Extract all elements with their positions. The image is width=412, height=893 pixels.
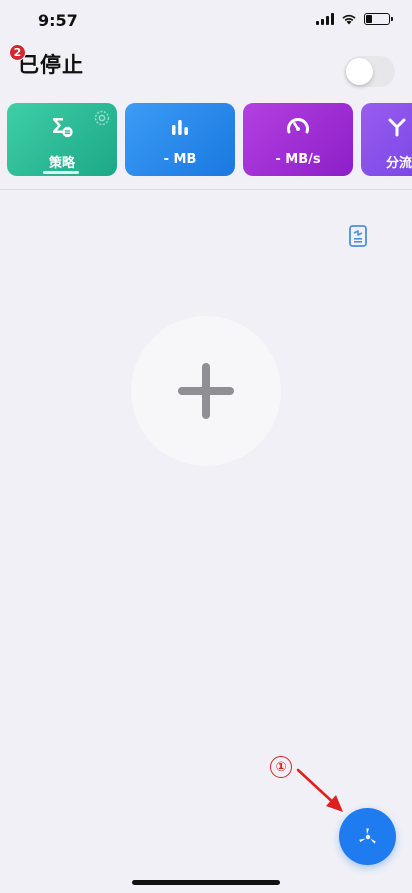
home-indicator[interactable] [132, 880, 280, 885]
card-traffic-label: - MB [163, 152, 197, 167]
card-traffic[interactable]: - MB [125, 103, 235, 176]
card-split[interactable]: 分流 [361, 103, 412, 176]
card-speed[interactable]: - MB/s [243, 103, 353, 176]
battery-level [366, 15, 372, 23]
battery-icon [364, 13, 393, 25]
selected-indicator [43, 171, 79, 174]
status-bar: 9:57 [0, 0, 412, 44]
page-title: 已停止 [18, 53, 84, 77]
gear-icon[interactable] [93, 109, 111, 127]
status-icons [316, 13, 393, 25]
connection-toggle[interactable] [344, 56, 395, 87]
toggle-knob [346, 58, 373, 85]
fan-icon [358, 828, 376, 844]
header: 已停止 2 [0, 44, 412, 94]
split-icon [388, 118, 406, 137]
card-strategy-label: 策略 [48, 156, 75, 171]
plus-icon-vertical [202, 363, 210, 419]
divider [0, 189, 412, 190]
strategy-sigma-icon [53, 118, 73, 138]
wifi-icon [342, 14, 356, 25]
cellular-signal-icon [316, 13, 334, 25]
step-annotation: ① [270, 756, 292, 778]
card-speed-label: - MB/s [275, 152, 321, 167]
card-strategy[interactable]: 策略 [7, 103, 117, 176]
status-time: 9:57 [38, 11, 78, 30]
speedometer-icon [287, 118, 309, 134]
bar-chart-icon [172, 120, 188, 135]
card-split-label: 分流 [386, 156, 412, 171]
add-profile-button[interactable] [131, 316, 281, 466]
stat-cards: 策略 - MB - MB/s 分流 [0, 100, 412, 180]
notification-badge[interactable]: 2 [9, 44, 26, 61]
menu-fab-button[interactable] [339, 808, 396, 865]
log-document-icon[interactable] [347, 224, 369, 248]
app-screen: 9:57 已停止 2 策略 - MB - MB/s 分流 ① [0, 0, 412, 893]
